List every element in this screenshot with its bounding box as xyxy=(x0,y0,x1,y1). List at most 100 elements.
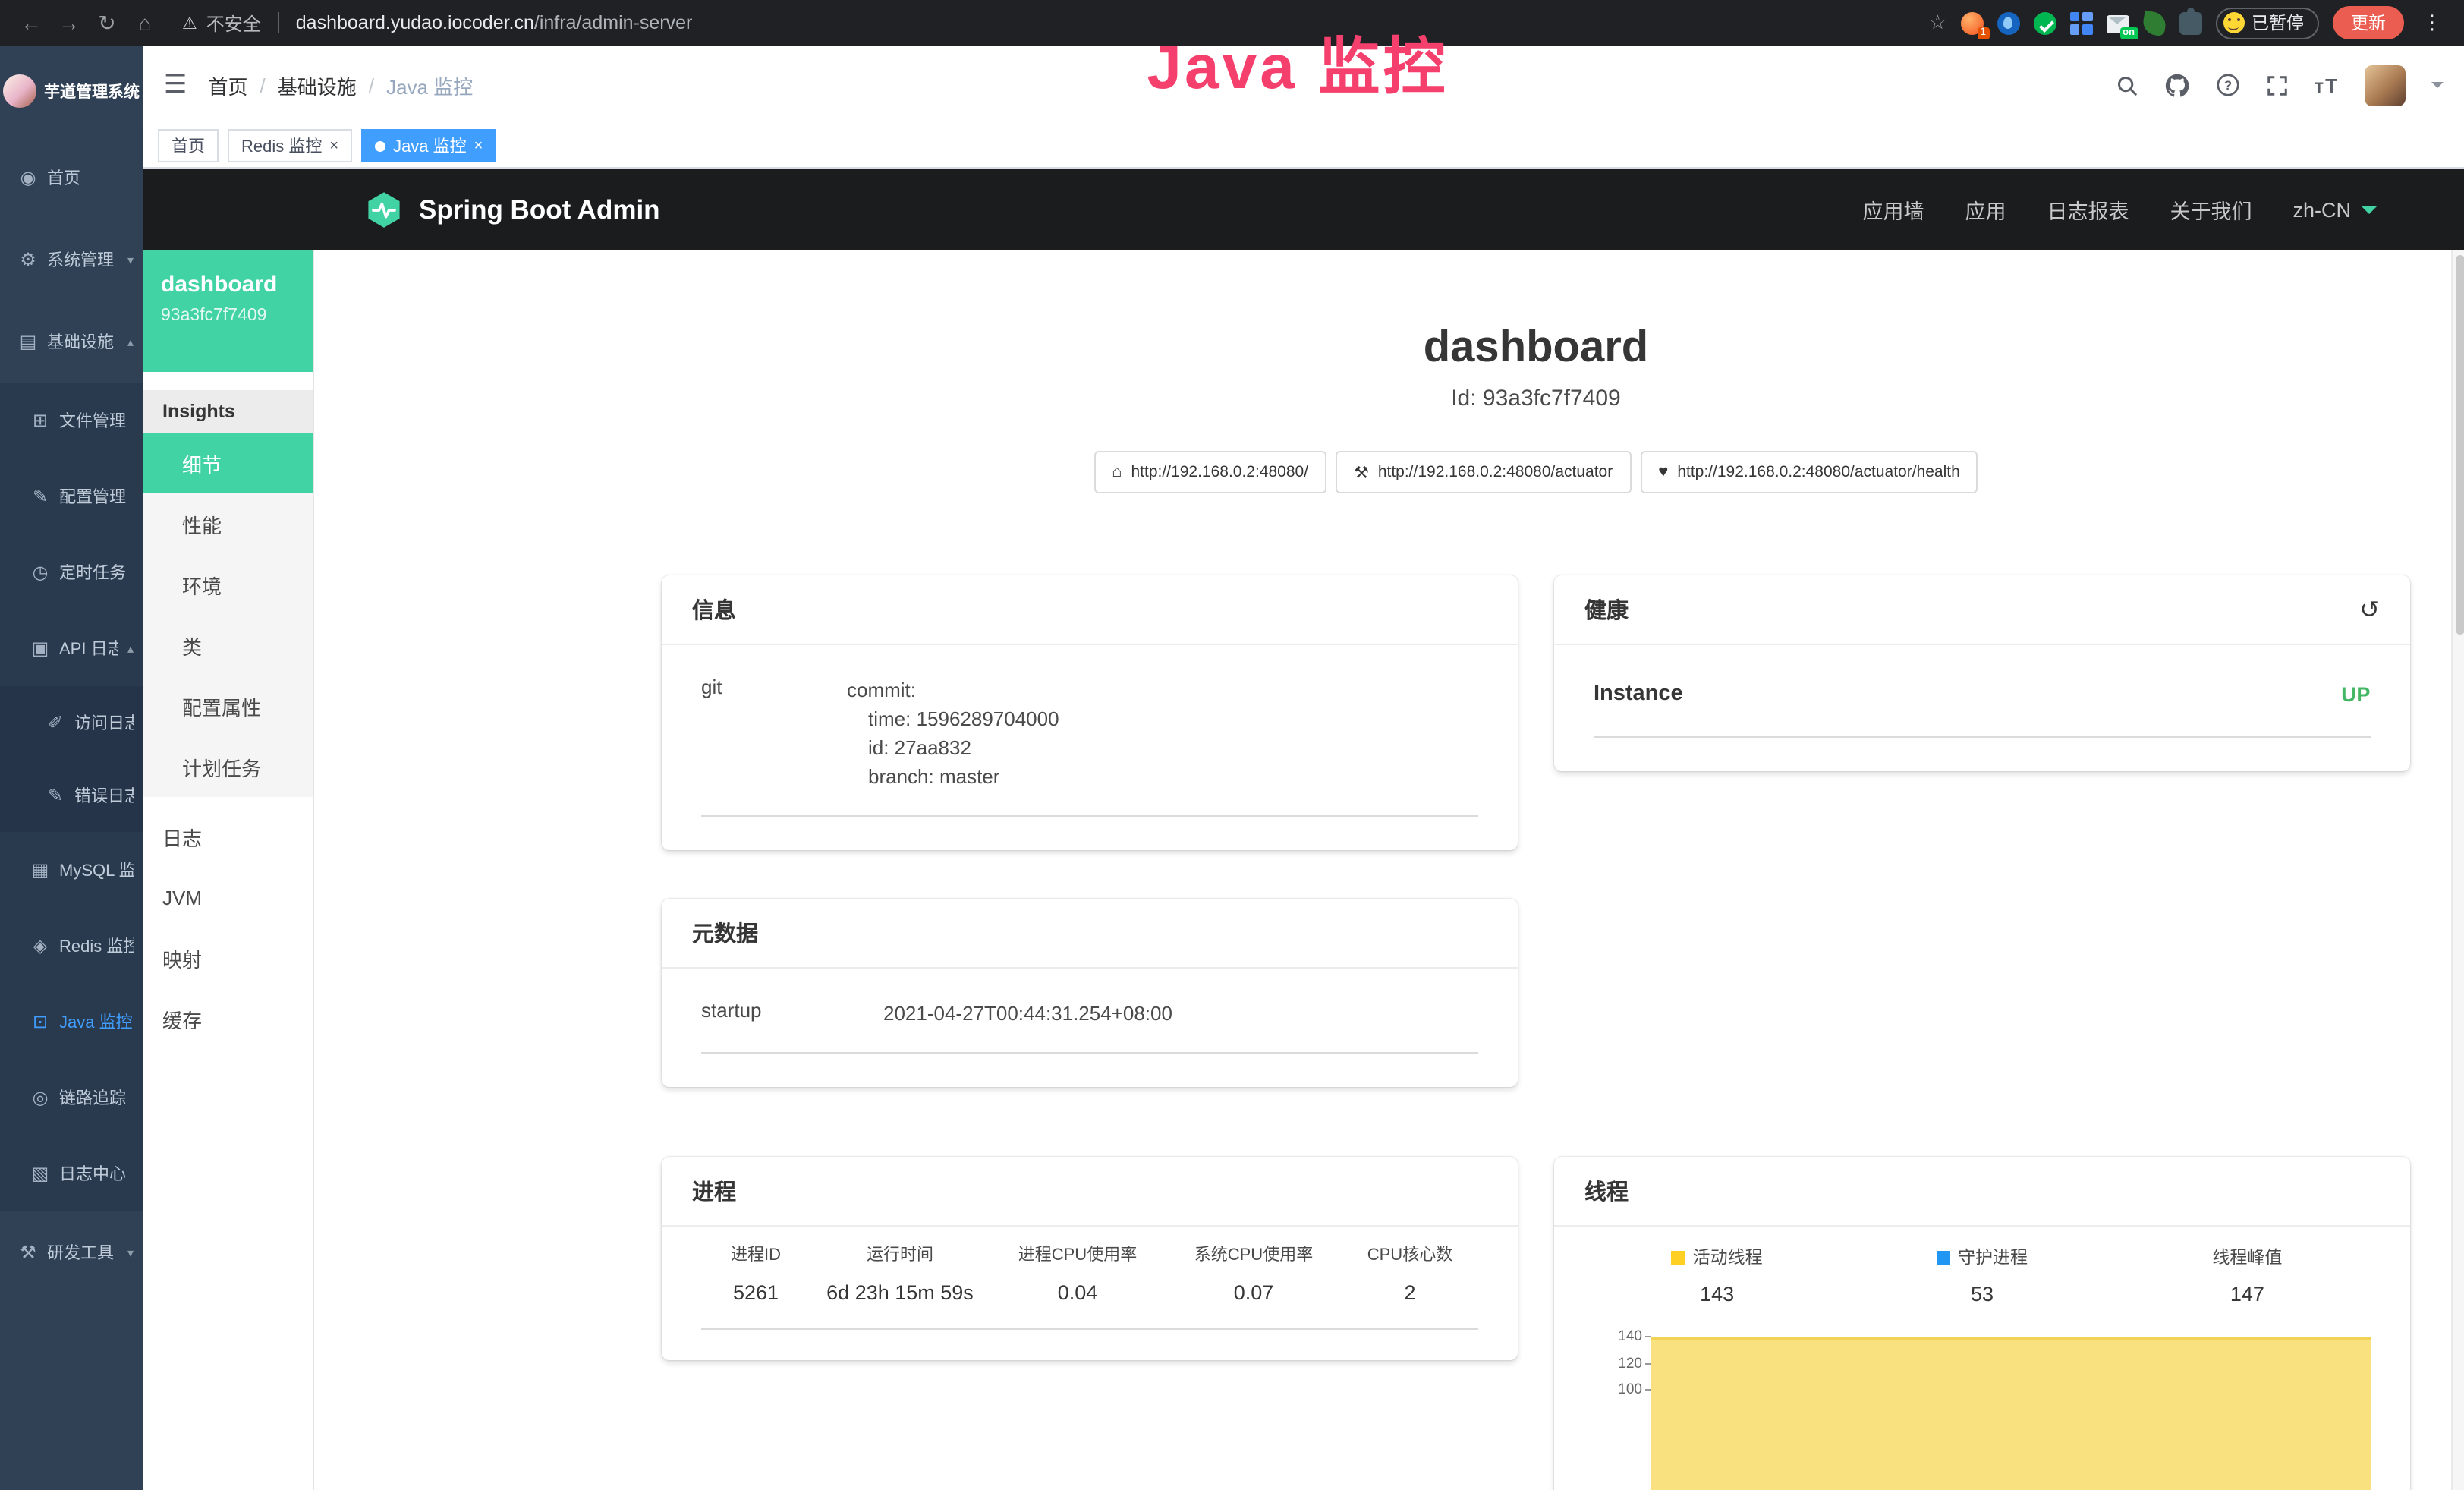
close-icon[interactable]: × xyxy=(329,137,338,154)
sba-item-details[interactable]: 细节 xyxy=(143,433,313,493)
help-icon[interactable]: ? xyxy=(2215,73,2239,97)
bookmark-star-icon[interactable]: ☆ xyxy=(1929,11,1946,35)
sidebar-item-label: 系统管理 xyxy=(47,247,118,272)
reload-icon[interactable]: ↻ xyxy=(88,10,126,36)
sba-nav-applications[interactable]: 应用 xyxy=(1965,194,2006,225)
breadcrumb-infrastructure[interactable]: 基础设施 xyxy=(278,71,357,99)
clock-icon: ◷ xyxy=(30,562,50,583)
tab-home[interactable]: 首页 xyxy=(158,129,219,162)
health-row-instance[interactable]: Instance UP xyxy=(1594,651,2371,738)
sba-item-beans[interactable]: 类 xyxy=(143,615,313,676)
extension-icon-orange[interactable]: 1 xyxy=(1960,11,1983,34)
tab-label: Java 监控 xyxy=(393,134,467,158)
security-label[interactable]: 不安全 xyxy=(206,10,261,36)
sidebar-item-tracing[interactable]: ◎ 链路追踪 xyxy=(0,1060,143,1136)
chevron-down-icon: ▾ xyxy=(127,253,134,266)
back-icon[interactable]: ← xyxy=(12,11,50,35)
instance-name: dashboard xyxy=(161,272,294,298)
sba-navbar: Spring Boot Admin 应用墙 应用 日志报表 关于我们 zh-CN xyxy=(143,169,2464,250)
sidebar-item-access-logs[interactable]: ✐ 访问日志 xyxy=(0,686,143,759)
sba-item-loggers[interactable]: 日志 xyxy=(143,806,313,867)
threads-legend: 活动线程 143 守护进程 53 xyxy=(1584,1245,2380,1306)
service-url-button[interactable]: ⌂ http://192.168.0.2:48080/ xyxy=(1094,451,1326,493)
extensions-puzzle-icon[interactable] xyxy=(2179,11,2201,34)
sba-frame: Spring Boot Admin 应用墙 应用 日志报表 关于我们 zh-CN xyxy=(143,169,2464,1490)
sidebar-item-label: 链路追踪 xyxy=(59,1085,134,1110)
sba-nav-journal[interactable]: 日志报表 xyxy=(2047,194,2129,225)
github-icon[interactable] xyxy=(2163,72,2189,98)
metadata-card-title: 元数据 xyxy=(692,917,758,949)
infrastructure-icon: ▤ xyxy=(18,331,38,352)
tab-redis-monitor[interactable]: Redis 监控× xyxy=(228,129,352,162)
sidebar-item-home[interactable]: ◉ 首页 xyxy=(0,137,143,219)
fullscreen-icon[interactable] xyxy=(2265,74,2288,96)
sidebar-item-java-monitor[interactable]: ⊡ Java 监控 xyxy=(0,984,143,1060)
sba-nav-wallboard[interactable]: 应用墙 xyxy=(1862,194,1924,225)
sba-item-config-props[interactable]: 配置属性 xyxy=(143,676,313,736)
sidebar-item-scheduled-jobs[interactable]: ◷ 定时任务 xyxy=(0,534,143,610)
sidebar-item-redis-monitor[interactable]: ◈ Redis 监控 xyxy=(0,908,143,984)
sba-brand[interactable]: Spring Boot Admin xyxy=(364,190,660,229)
chrome-update-button[interactable]: 更新 xyxy=(2333,6,2404,39)
legend-label: 守护进程 xyxy=(1958,1245,2028,1269)
health-url-button[interactable]: ♥ http://192.168.0.2:48080/actuator/heal… xyxy=(1640,451,1978,493)
sba-item-mappings[interactable]: 映射 xyxy=(143,928,313,988)
y-tick: 140 xyxy=(1584,1330,1651,1356)
sidebar-item-api-logs[interactable]: ▣ API 日志 ▴ xyxy=(0,610,143,686)
forward-icon[interactable]: → xyxy=(50,11,88,35)
breadcrumb-home[interactable]: 首页 xyxy=(209,71,248,99)
threads-card-title: 线程 xyxy=(1584,1175,1629,1207)
sba-item-scheduled-tasks[interactable]: 计划任务 xyxy=(143,736,313,797)
avatar-caret-icon[interactable] xyxy=(2431,82,2444,94)
font-size-icon[interactable]: тT xyxy=(2314,74,2339,96)
git-id-line: id: 27aa832 xyxy=(847,733,1478,762)
url-text[interactable]: dashboard.yudao.iocoder.cn/infra/admin-s… xyxy=(296,12,693,33)
sidebar-item-system-management[interactable]: ⚙ 系统管理 ▾ xyxy=(0,219,143,301)
scrollbar-thumb[interactable] xyxy=(2455,255,2464,635)
scrollbar-track[interactable] xyxy=(2451,250,2464,1490)
screen: ← → ↻ ⌂ ⚠ 不安全 dashboard.yudao.iocoder.cn… xyxy=(0,0,2464,1490)
instance-header[interactable]: dashboard 93a3fc7f7409 xyxy=(143,250,313,372)
search-icon[interactable] xyxy=(2115,74,2138,96)
info-key: git xyxy=(701,676,847,791)
profile-sync-paused-chip[interactable]: 已暂停 xyxy=(2215,7,2319,39)
sidebar-item-infrastructure[interactable]: ▤ 基础设施 ▴ xyxy=(0,301,143,383)
extension-icon-leaf[interactable] xyxy=(2141,10,2167,36)
security-warning-icon[interactable]: ⚠ xyxy=(182,13,197,33)
extension-icon-green[interactable] xyxy=(2033,11,2056,34)
sidebar-item-error-logs[interactable]: ✎ 错误日志 xyxy=(0,759,143,832)
sidebar-item-log-center[interactable]: ▧ 日志中心 xyxy=(0,1136,143,1211)
browser-home-icon[interactable]: ⌂ xyxy=(126,11,164,35)
extension-icon-drop[interactable] xyxy=(1997,11,2019,34)
sidebar-item-dev-tools[interactable]: ⚒ 研发工具 ▾ xyxy=(0,1211,143,1293)
sba-language-select[interactable]: zh-CN xyxy=(2292,198,2377,221)
sba-item-environment[interactable]: 环境 xyxy=(143,554,313,615)
app-logo[interactable]: 芋道管理系统 xyxy=(0,46,143,137)
spring-boot-admin-logo xyxy=(364,190,404,229)
sidebar-item-label: MySQL 监控 xyxy=(59,858,134,882)
sba-item-caches[interactable]: 缓存 xyxy=(143,988,313,1049)
extension-icon-mail[interactable]: on xyxy=(2106,14,2129,33)
user-avatar[interactable] xyxy=(2365,65,2406,106)
hamburger-icon[interactable]: ☰ xyxy=(164,70,187,100)
sidebar-item-mysql-monitor[interactable]: ▦ MySQL 监控 xyxy=(0,832,143,908)
sba-item-metrics[interactable]: 性能 xyxy=(143,493,313,554)
history-icon[interactable]: ↺ xyxy=(2359,594,2380,625)
extension-icon-grid[interactable] xyxy=(2069,11,2092,34)
address-bar[interactable]: ⚠ 不安全 dashboard.yudao.iocoder.cn/infra/a… xyxy=(164,10,1929,36)
sidebar-item-file-management[interactable]: ⊞ 文件管理 xyxy=(0,383,143,458)
sba-nav-about[interactable]: 关于我们 xyxy=(2170,194,2252,225)
process-header-cores: CPU核心数 xyxy=(1342,1242,1478,1266)
close-icon[interactable]: × xyxy=(474,137,483,154)
sidebar-item-config-management[interactable]: ✎ 配置管理 xyxy=(0,458,143,534)
chevron-up-icon: ▴ xyxy=(127,641,134,655)
tab-java-monitor[interactable]: Java 监控 × xyxy=(361,129,496,162)
actuator-url-button[interactable]: ⚒ http://192.168.0.2:48080/actuator xyxy=(1336,451,1631,493)
metadata-value: 2021-04-27T00:44:31.254+08:00 xyxy=(883,999,1478,1028)
extension-badge: 1 xyxy=(1977,27,1989,39)
instance-links: ⌂ http://192.168.0.2:48080/ ⚒ http://192… xyxy=(662,451,2410,493)
browser-menu-icon[interactable]: ⋮ xyxy=(2418,11,2447,35)
sba-item-jvm[interactable]: JVM xyxy=(143,867,313,928)
health-instance-label: Instance xyxy=(1594,682,1683,706)
process-card-title: 进程 xyxy=(692,1175,736,1207)
